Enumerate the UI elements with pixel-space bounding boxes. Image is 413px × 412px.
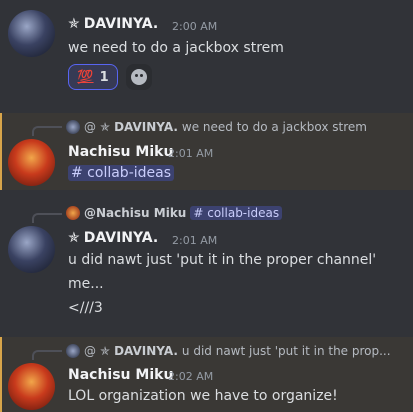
star-icon: ✯ <box>100 120 111 134</box>
author-name[interactable]: ✯ DAVINYA. <box>68 230 158 246</box>
reply-author[interactable]: DAVINYA. <box>114 120 178 134</box>
message-davinya-2: @Nachisu Miku # collab-ideas ✯ DAVINYA. 2… <box>0 200 413 325</box>
message-text: u did nawt just 'put it in the proper ch… <box>68 252 377 268</box>
reaction-hundred[interactable]: 💯 1 <box>68 64 118 90</box>
reply-author[interactable]: DAVINYA. <box>114 344 178 358</box>
avatar[interactable] <box>8 363 55 410</box>
avatar[interactable] <box>8 10 55 57</box>
reply-connector <box>32 350 62 360</box>
reply-preview[interactable]: @Nachisu Miku # collab-ideas <box>66 206 283 220</box>
channel-mention[interactable]: # collab-ideas <box>190 206 283 220</box>
timestamp[interactable]: 2:01 AM <box>168 147 213 160</box>
message-text: <///3 <box>68 300 103 316</box>
reply-avatar <box>66 206 80 220</box>
star-icon: ✯ <box>68 16 80 32</box>
author-name[interactable]: ✯ DAVINYA. <box>68 16 158 32</box>
timestamp[interactable]: 2:01 AM <box>172 234 217 247</box>
smile-icon <box>131 69 147 85</box>
reply-avatar <box>66 344 80 358</box>
message-text: we need to do a jackbox strem <box>68 40 284 56</box>
add-reaction-button[interactable] <box>126 64 152 90</box>
timestamp[interactable]: 2:02 AM <box>168 370 213 383</box>
message-text: LOL organization we have to organize! <box>68 388 338 404</box>
avatar[interactable] <box>8 226 55 273</box>
author-name[interactable]: Nachisu Miku <box>68 144 173 160</box>
author-name[interactable]: Nachisu Miku <box>68 367 173 383</box>
reply-author[interactable]: @Nachisu Miku <box>84 206 186 220</box>
timestamp[interactable]: 2:00 AM <box>172 20 217 33</box>
message-text: me... <box>68 276 104 292</box>
reply-avatar <box>66 120 80 134</box>
message-text: # collab-ideas <box>68 165 175 181</box>
reply-text: u did nawt just 'put it in the prop... <box>181 344 391 358</box>
star-icon: ✯ <box>68 230 80 246</box>
channel-mention[interactable]: # collab-ideas <box>68 165 175 181</box>
mention-highlight-bar <box>0 113 2 190</box>
message-nachisu-1: @ ✯ DAVINYA. we need to do a jackbox str… <box>0 113 413 190</box>
reply-connector <box>32 126 62 136</box>
reply-preview[interactable]: @ ✯ DAVINYA. u did nawt just 'put it in … <box>66 344 391 358</box>
reply-connector <box>32 213 62 223</box>
reply-at: @ <box>84 120 96 134</box>
star-icon: ✯ <box>100 344 111 358</box>
reply-preview[interactable]: @ ✯ DAVINYA. we need to do a jackbox str… <box>66 120 367 134</box>
message-nachisu-2: @ ✯ DAVINYA. u did nawt just 'put it in … <box>0 337 413 412</box>
reply-at: @ <box>84 344 96 358</box>
avatar[interactable] <box>8 139 55 186</box>
reply-text: we need to do a jackbox strem <box>181 120 367 134</box>
message-davinya-1: ✯ DAVINYA. 2:00 AM we need to do a jackbo… <box>0 0 413 112</box>
mention-highlight-bar <box>0 337 2 412</box>
reaction-count: 1 <box>99 69 109 85</box>
hundred-icon: 💯 <box>77 69 94 85</box>
